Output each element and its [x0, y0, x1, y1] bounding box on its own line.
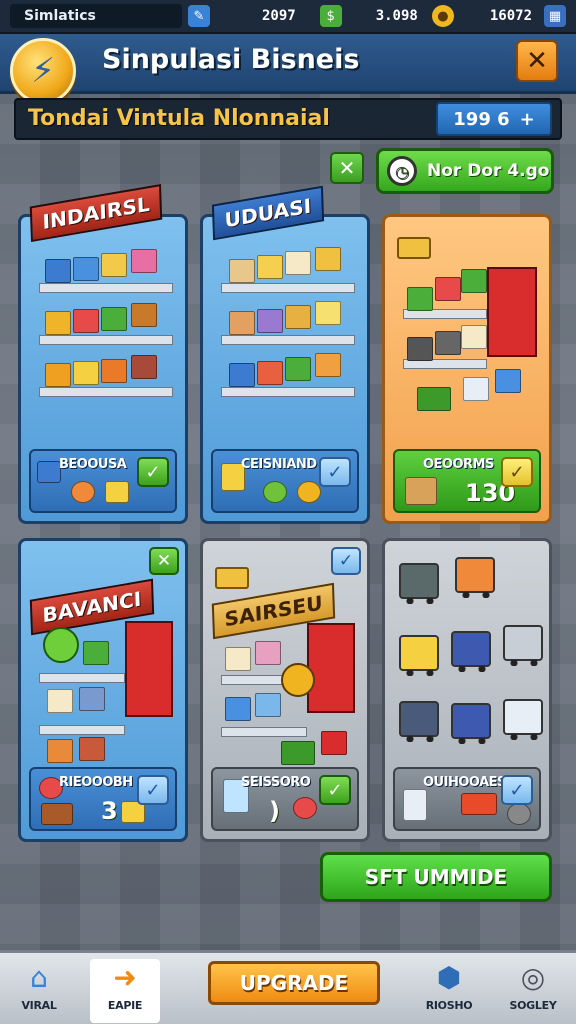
card-footer-label: OUIHOOAES — [423, 775, 506, 790]
confirm-check-button[interactable]: ✓ — [501, 457, 533, 487]
upgrade-button[interactable]: UPGRADE — [208, 961, 380, 1005]
crate-icon — [405, 477, 437, 505]
shelf-illustration — [403, 247, 537, 417]
edit-icon[interactable]: ✎ — [187, 5, 210, 27]
add-money-icon[interactable]: + — [520, 109, 535, 130]
subheader-bar: Tondai Vintula Nlonnaial 199 6 + — [14, 98, 562, 140]
shelf-illustration — [221, 243, 355, 413]
honey-pot-icon — [281, 663, 315, 697]
crate-cart-icon — [503, 699, 543, 740]
shopping-cart-icon — [461, 793, 497, 815]
stat-value-2: 3.098 — [375, 8, 418, 24]
card-footer-value: 3 — [101, 797, 118, 825]
nav-item-settings[interactable]: ◎ SOGLEY — [498, 959, 568, 1023]
box-truck-icon — [399, 635, 439, 676]
stat-value-3: 16072 — [489, 8, 533, 24]
shelf-illustration — [39, 621, 173, 763]
card-footer-label: RIEOOOBH — [59, 775, 133, 790]
settings-icon: ◎ — [520, 960, 546, 994]
nav-label: SOGLEY — [509, 999, 557, 1012]
card-footer-label: SEISSORO — [241, 775, 311, 790]
delivery-van-icon — [451, 703, 491, 744]
shop-card-4[interactable]: ✕ BAVANCI RIEOOOBH 3 ✓ — [18, 538, 188, 842]
coin-stack-icon — [297, 481, 321, 503]
status-title: Simlatics — [10, 4, 182, 28]
coin-icon: ● — [431, 5, 454, 27]
stat-value-1: 2097 — [261, 8, 296, 24]
melon-icon — [43, 627, 79, 663]
card-footer: SEISSORO ) ✓ — [211, 767, 359, 831]
tape-roll-icon — [507, 803, 531, 825]
home-icon: ⌂ — [30, 960, 48, 994]
nav-item-next[interactable]: ➜ EAPIE — [90, 959, 160, 1023]
shop-card-5[interactable]: ✓ SAIRSEU SEISSORO ) ✓ — [200, 538, 370, 842]
green-action-pill[interactable]: ◷ Nor Dor 4.go — [376, 148, 554, 194]
card-footer: CEISNIAND ✓ — [211, 449, 359, 513]
status-bar: Simlatics ✎ 2097 $ 3.098 ● 16072 ▦ — [0, 0, 576, 34]
green-pill-label: Nor Dor 4.go — [427, 161, 550, 181]
cart-icon — [37, 461, 61, 483]
confirm-check-button[interactable]: ✓ — [319, 775, 351, 805]
shop-card-2[interactable]: UDUASI CEISNIAND ✓ — [200, 185, 370, 524]
forklift-icon — [399, 701, 439, 742]
card-footer-value: ) — [269, 797, 280, 825]
trash-bin-icon — [403, 789, 427, 821]
truck-icon — [451, 631, 491, 672]
gift-icon — [105, 481, 129, 503]
card-footer: OEOORMS 130 ✓ — [393, 449, 541, 513]
cash-icon: $ — [319, 5, 342, 27]
arrow-right-icon: ➜ — [113, 960, 137, 994]
tag-icon — [215, 567, 249, 589]
fridge-icon — [125, 621, 173, 717]
close-button[interactable]: ✕ — [516, 40, 558, 82]
nav-item-store[interactable]: ⬢ RIOSHO — [414, 959, 484, 1023]
dismiss-x-button[interactable]: ✕ — [149, 547, 179, 575]
card-footer-label: CEISNIAND — [241, 457, 317, 472]
shelf-illustration — [221, 623, 355, 765]
stand-icon — [455, 557, 495, 598]
fridge-icon — [487, 267, 537, 357]
fridge-icon — [307, 623, 355, 713]
card-footer: RIEOOOBH 3 ✓ — [29, 767, 177, 831]
van-icon — [399, 563, 439, 604]
cube-icon: ⬢ — [436, 960, 462, 994]
money-value: 199 6 — [453, 108, 510, 130]
nav-label: EAPIE — [107, 999, 143, 1012]
grid-menu-icon[interactable]: ▦ — [544, 5, 567, 27]
confirm-check-button[interactable]: ✓ — [319, 457, 351, 487]
nav-item-home[interactable]: ⌂ VIRAL — [4, 959, 74, 1023]
nav-label: RIOSHO — [425, 999, 473, 1012]
toggle-x-button[interactable]: ✕ — [330, 152, 364, 184]
app-logo-icon: ⚡ — [10, 38, 76, 104]
confirm-check-button[interactable]: ✓ — [501, 775, 533, 805]
card-footer: OUIHOOAES ✓ — [393, 767, 541, 831]
app-header: ⚡ Sinpulasi Bisneis ✕ — [0, 34, 576, 104]
money-counter[interactable]: 199 6 + — [436, 102, 552, 136]
shop-card-1[interactable]: INDAIRSL BEOOUSA ✓ — [18, 183, 188, 524]
flower-icon — [71, 481, 95, 503]
shop-card-6[interactable]: OUIHOOAES ✓ — [382, 538, 552, 842]
chest-icon — [41, 803, 73, 825]
clock-icon: ◷ — [387, 156, 417, 186]
nav-label: VIRAL — [21, 999, 57, 1012]
tape-icon — [263, 481, 287, 503]
berry-icon — [293, 797, 317, 819]
app-title: Sinpulasi Bisneis — [102, 44, 360, 75]
shelf-illustration — [39, 243, 173, 413]
cart-machine-icon — [503, 625, 543, 666]
confirm-check-button[interactable]: ✓ — [137, 775, 169, 805]
confirm-check-button[interactable]: ✓ — [137, 457, 169, 487]
set-upgrade-button[interactable]: SFT UMMIDE — [320, 852, 552, 902]
card-footer-label: BEOOUSA — [59, 457, 127, 472]
bottom-nav: ⌂ VIRAL ➜ EAPIE UPGRADE ⬢ RIOSHO ◎ SOGLE… — [0, 950, 576, 1024]
confirm-corner-button[interactable]: ✓ — [331, 547, 361, 575]
card-footer: BEOOUSA ✓ — [29, 449, 177, 513]
shop-card-3[interactable]: OEOORMS 130 ✓ — [382, 214, 552, 524]
subheader-title: Tondai Vintula Nlonnaial — [28, 106, 330, 131]
card-footer-label: OEOORMS — [423, 457, 494, 472]
